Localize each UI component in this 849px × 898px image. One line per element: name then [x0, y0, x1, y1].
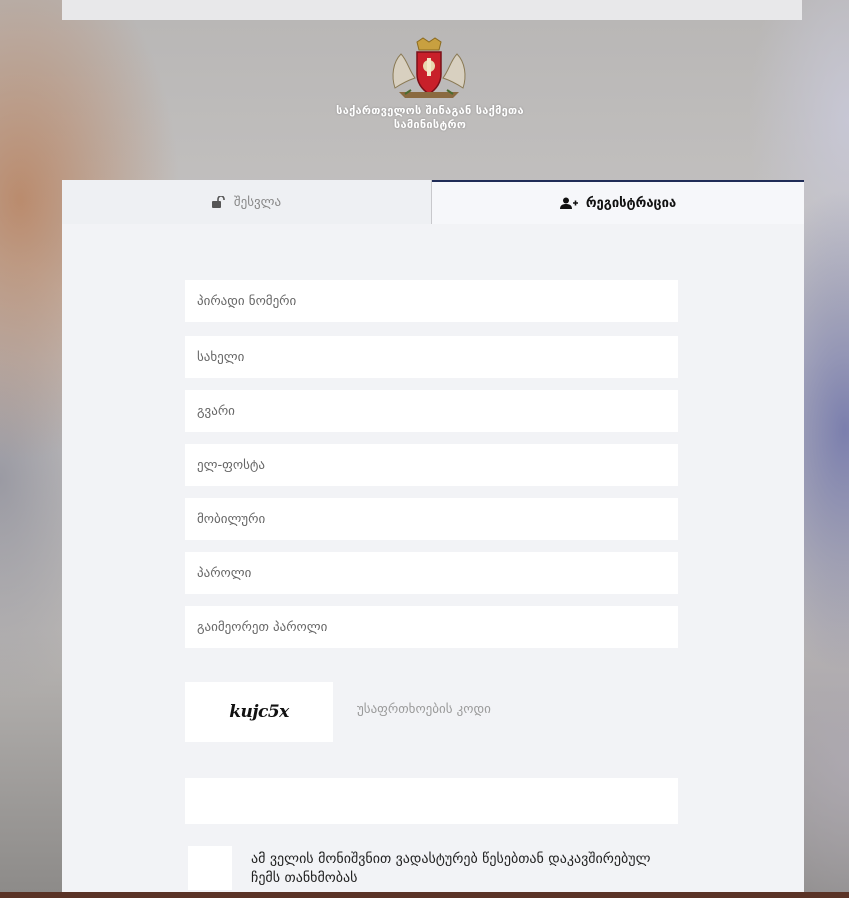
- coat-of-arms-emblem: [392, 37, 466, 98]
- first-name-input[interactable]: სახელი: [185, 336, 678, 378]
- mobile-input[interactable]: მობილური: [185, 498, 678, 540]
- tab-login-label: შესვლა: [233, 194, 282, 210]
- top-bar: [62, 0, 802, 20]
- captcha-image: kujc5x: [185, 682, 333, 742]
- terms-checkbox[interactable]: [188, 846, 232, 890]
- add-user-icon: [559, 197, 578, 209]
- tab-register-label: რეგისტრაცია: [585, 195, 677, 211]
- captcha-input[interactable]: [185, 778, 678, 824]
- organization-name: საქართველოს შინაგან საქმეთა სამინისტრო: [336, 104, 524, 131]
- bottom-edge: [0, 892, 849, 898]
- password-input[interactable]: პაროლი: [185, 552, 678, 594]
- tab-register[interactable]: რეგისტრაცია: [432, 180, 804, 224]
- unlock-icon: [211, 196, 226, 208]
- captcha-label: უსაფრთხოების კოდი: [357, 702, 491, 717]
- terms-label: ამ ველის მონიშვნით ვადასტურებ წესებთან დ…: [251, 851, 651, 886]
- tab-login[interactable]: შესვლა: [62, 180, 432, 224]
- last-name-input[interactable]: გვარი: [185, 390, 678, 432]
- auth-tabs: შესვლა რეგისტრაცია: [62, 180, 804, 224]
- repeat-password-input[interactable]: გაიმეორეთ პაროლი: [185, 606, 678, 648]
- email-input[interactable]: ელ-ფოსტა: [185, 444, 678, 486]
- captcha-text: kujc5x: [229, 702, 289, 722]
- personal-number-input[interactable]: პირადი ნომერი: [185, 280, 678, 322]
- registration-panel: შესვლა რეგისტრაცია პირადი ნომერი სახელი …: [62, 180, 804, 898]
